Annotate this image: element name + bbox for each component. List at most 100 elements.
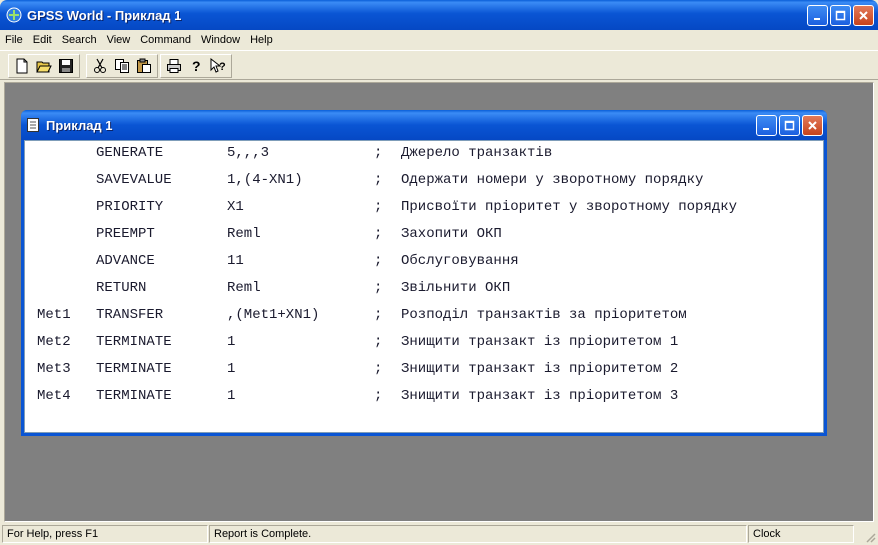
code-operator: RETURN (96, 280, 147, 296)
code-operand: 11 (227, 253, 244, 269)
printer-icon (167, 59, 181, 73)
save-button[interactable] (55, 55, 77, 77)
code-line: Met4 TERMINATE 1; Знищити транзакт із пріор… (25, 388, 823, 415)
code-line: SAVEVALUE 1,(4-XN1); Одержати номери у зво… (25, 172, 823, 199)
new-file-icon (16, 58, 28, 74)
code-comment: Джерело транзактів (401, 145, 553, 161)
code-label: Met3 (37, 361, 71, 377)
menu-edit[interactable]: Edit (28, 34, 57, 46)
save-icon (59, 59, 73, 73)
toolbar-misc-group: ? ? (160, 54, 232, 78)
menu-help[interactable]: Help (245, 34, 278, 46)
code-line: PRIORITY X1; Присвоїти пріоритет у зворотн… (25, 199, 823, 226)
code-operand: 5,,,3 (227, 145, 270, 161)
open-folder-icon (36, 61, 52, 73)
new-file-button[interactable] (11, 55, 33, 77)
child-close-button[interactable] (802, 115, 823, 136)
code-comment: Розподіл транзактів за пріоритетом (401, 307, 687, 323)
code-comment: Знищити транзакт із пріоритетом 2 (401, 361, 679, 377)
code-operator: ADVANCE (96, 253, 155, 269)
toolbar: ? ? (0, 50, 878, 80)
svg-text:?: ? (219, 61, 226, 73)
svg-text:?: ? (192, 58, 201, 74)
code-semicolon: ; (374, 361, 383, 377)
code-operand: Reml (227, 280, 261, 296)
code-operator: TERMINATE (96, 361, 172, 377)
cut-button[interactable] (89, 55, 111, 77)
code-operator: SAVEVALUE (96, 172, 172, 188)
minimize-icon (814, 18, 820, 20)
code-operand: X1 (227, 199, 244, 215)
close-button[interactable] (853, 5, 874, 26)
code-operator: PREEMPT (96, 226, 155, 242)
code-semicolon: ; (374, 253, 383, 269)
code-operand: 1 (227, 361, 236, 377)
minimize-button[interactable] (807, 5, 828, 26)
copy-button[interactable] (111, 55, 133, 77)
app-titlebar[interactable]: GPSS World - Приклад 1 (0, 0, 878, 30)
maximize-icon (784, 120, 795, 131)
code-semicolon: ; (374, 172, 383, 188)
document-icon[interactable] (25, 117, 41, 133)
code-comment: Знищити транзакт із пріоритетом 1 (401, 334, 679, 350)
status-clock: Clock (748, 525, 854, 543)
code-operator: PRIORITY (96, 199, 164, 215)
code-line: PREEMPT Reml; Захопити ОКП (25, 226, 823, 253)
copy-icon (115, 59, 129, 73)
code-comment: Одержати номери у зворотному порядку (401, 172, 704, 188)
app-title: GPSS World - Приклад 1 (27, 7, 182, 23)
code-semicolon: ; (374, 307, 383, 323)
code-semicolon: ; (374, 199, 383, 215)
code-operator: GENERATE (96, 145, 164, 161)
menu-window[interactable]: Window (196, 34, 245, 46)
app-window-controls (807, 5, 874, 26)
code-operand: Reml (227, 226, 261, 242)
model-window-titlebar[interactable]: Приклад 1 (21, 110, 827, 140)
code-semicolon: ; (374, 226, 383, 242)
gpss-app-icon[interactable] (6, 7, 22, 23)
about-button[interactable]: ? (185, 55, 207, 77)
toolbar-file-group (8, 54, 80, 78)
code-operand: 1 (227, 388, 236, 404)
statusbar: For Help, press F1 Report is Complete. C… (0, 523, 878, 545)
menu-search[interactable]: Search (57, 34, 102, 46)
code-operator: TERMINATE (96, 388, 172, 404)
child-minimize-button[interactable] (756, 115, 777, 136)
code-semicolon: ; (374, 280, 383, 296)
code-comment: Звільнити ОКП (401, 280, 511, 296)
code-line: GENERATE 5,,,3; Джерело транзактів (25, 145, 823, 172)
status-report-text: Report is Complete. (209, 525, 747, 543)
menubar: File Edit Search View Command Window Hel… (0, 30, 878, 49)
code-operand: ,(Met1+XN1) (227, 307, 320, 323)
code-line: RETURN Reml; Звільнити ОКП (25, 280, 823, 307)
code-line: Met3 TERMINATE 1; Знищити транзакт із пріор… (25, 361, 823, 388)
paste-icon (137, 58, 151, 73)
code-comment: Присвоїти пріоритет у зворотному порядку (401, 199, 738, 215)
code-semicolon: ; (374, 388, 383, 404)
model-window-controls (756, 115, 823, 136)
code-label: Met2 (37, 334, 71, 350)
menu-file[interactable]: File (0, 34, 28, 46)
model-window-title: Приклад 1 (46, 117, 113, 133)
code-semicolon: ; (374, 334, 383, 350)
context-help-button[interactable]: ? (207, 55, 229, 77)
print-button[interactable] (163, 55, 185, 77)
paste-button[interactable] (133, 55, 155, 77)
menu-command[interactable]: Command (135, 34, 196, 46)
context-help-icon: ? (210, 58, 226, 73)
maximize-button[interactable] (830, 5, 851, 26)
menu-view[interactable]: View (102, 34, 136, 46)
code-line: Met2 TERMINATE 1; Знищити транзакт із пріор… (25, 334, 823, 361)
open-button[interactable] (33, 55, 55, 77)
resize-grip-icon[interactable] (864, 531, 876, 543)
code-editor[interactable]: GENERATE 5,,,3; Джерело транзактів SAVEVALU… (24, 140, 824, 433)
code-operator: TERMINATE (96, 334, 172, 350)
scissors-icon (94, 58, 106, 73)
code-semicolon: ; (374, 145, 383, 161)
minimize-icon (763, 128, 769, 130)
model-window: Приклад 1 GENERATE 5,,,3; Джерело транзакт… (21, 110, 827, 436)
code-comment: Обслуговування (401, 253, 519, 269)
child-maximize-button[interactable] (779, 115, 800, 136)
code-comment: Знищити транзакт із пріоритетом 3 (401, 388, 679, 404)
code-line: Met1 TRANSFER ,(Met1+XN1); Розподіл транзак… (25, 307, 823, 334)
